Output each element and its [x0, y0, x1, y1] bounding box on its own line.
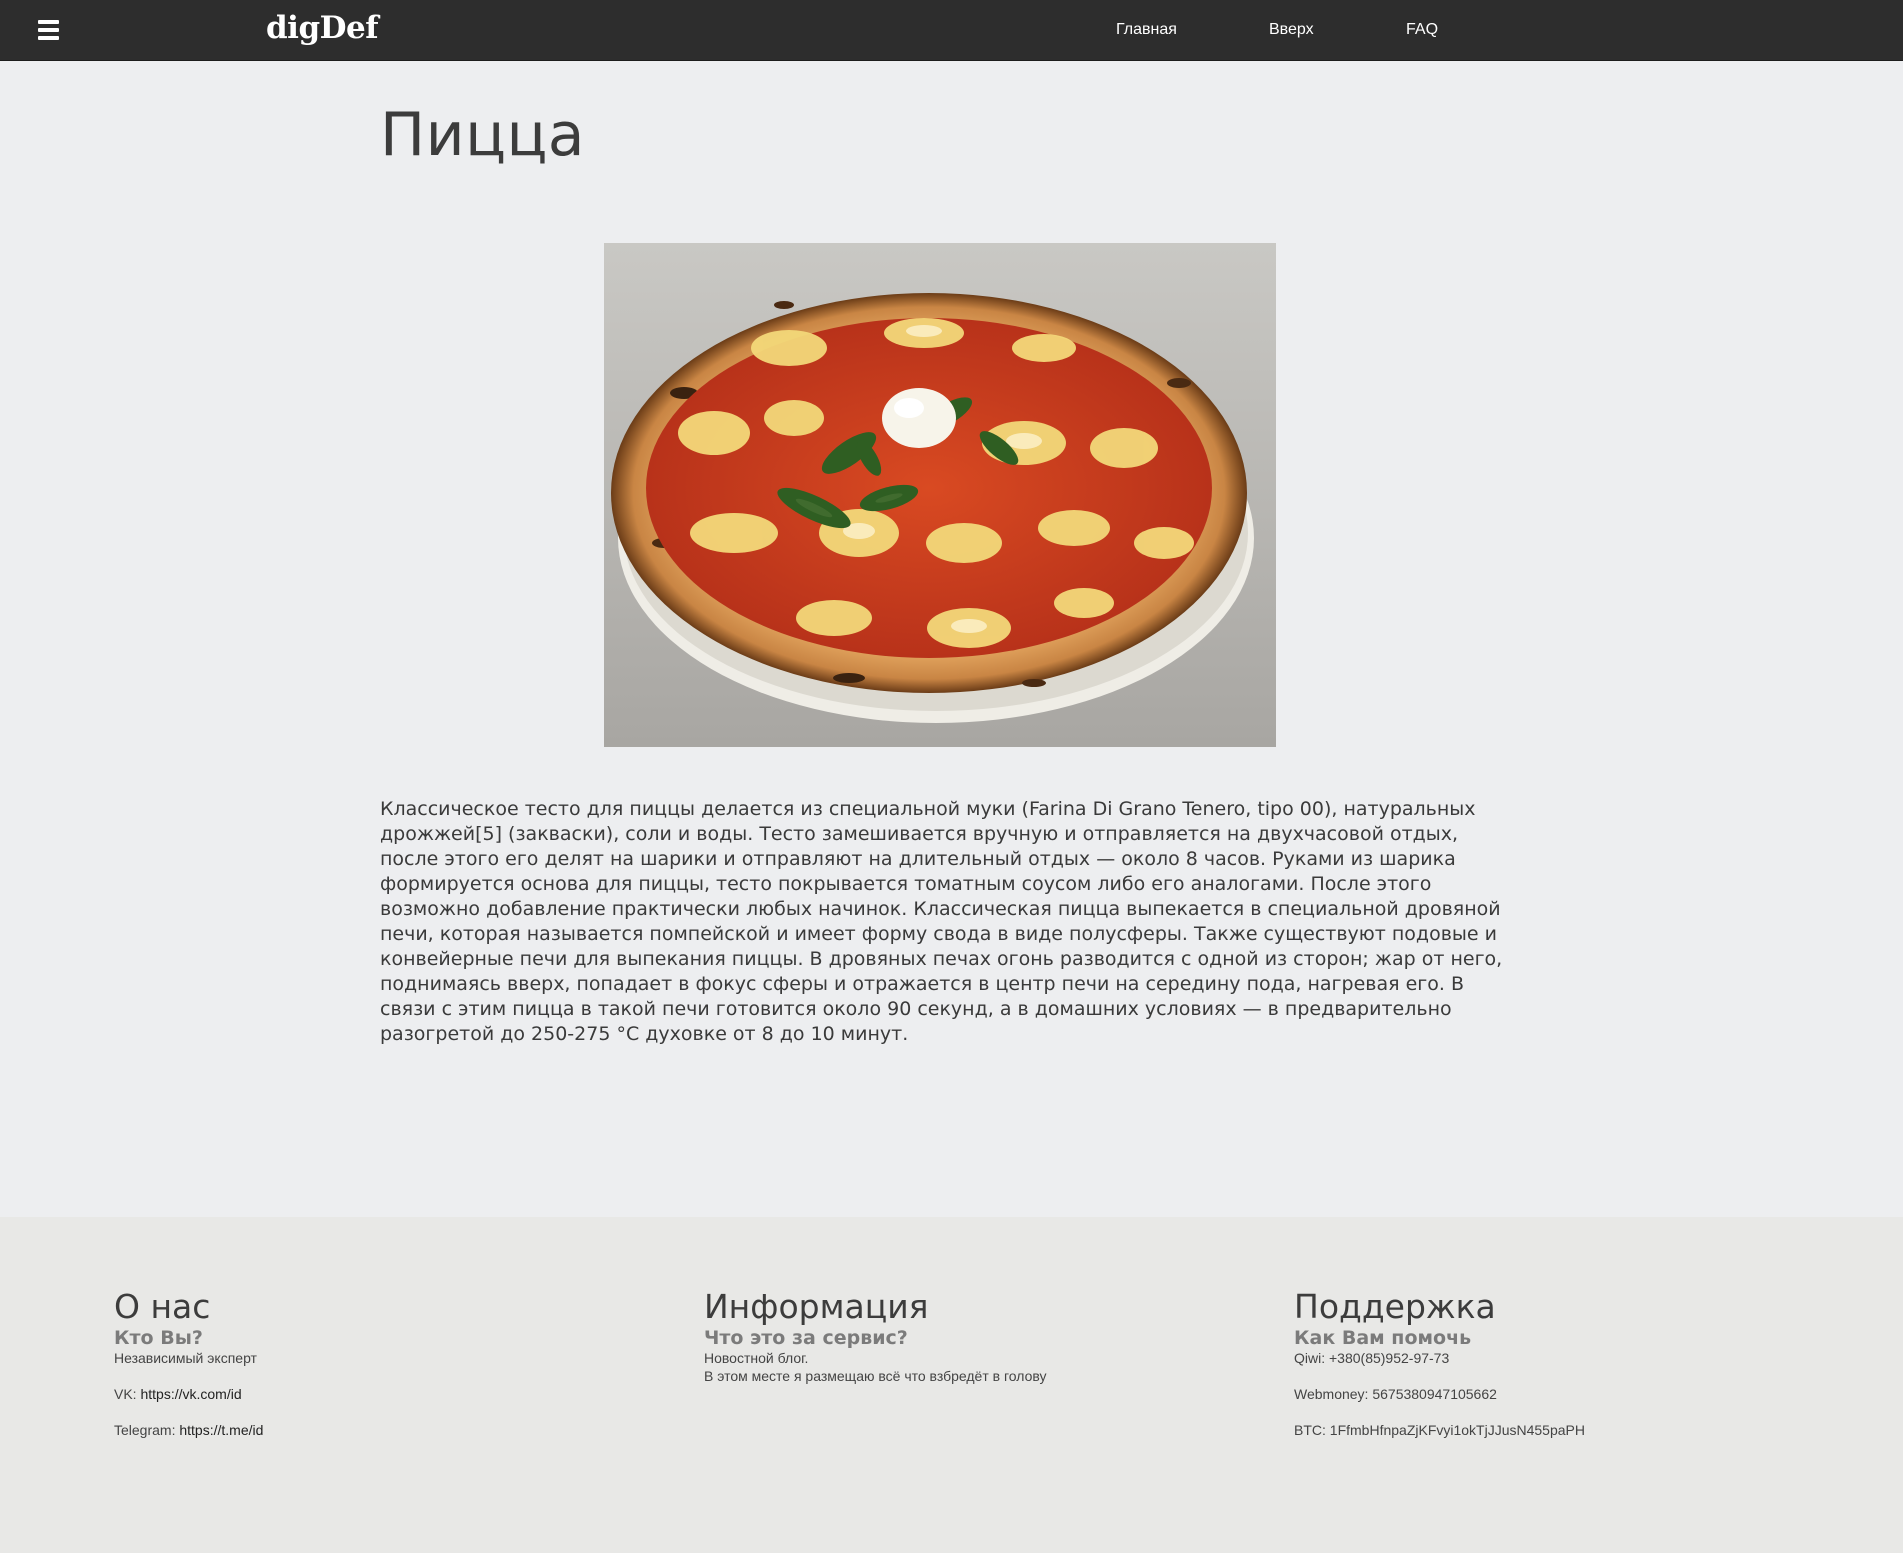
footer-vk-line: VK: https://vk.com/id — [114, 1385, 674, 1403]
footer-info-line-2: В этом месте я размещаю всё что взбредёт… — [704, 1368, 1047, 1384]
nav-link-faq[interactable]: FAQ — [1406, 21, 1438, 39]
nav-link-home[interactable]: Главная — [1116, 21, 1177, 39]
nav-link-up[interactable]: Вверх — [1269, 21, 1314, 39]
footer-info-line-1: Новостной блог. — [704, 1350, 809, 1366]
footer-info-subheading: Что это за сервис? — [704, 1327, 908, 1349]
hamburger-menu-icon[interactable] — [38, 20, 62, 41]
footer-about-subheading: Кто Вы? — [114, 1327, 203, 1349]
article-body: Классическое тесто для пиццы делается из… — [380, 798, 1503, 1045]
footer: О нас Кто Вы? Независимый эксперт VK: ht… — [0, 1217, 1903, 1553]
footer-support-heading: Поддержка — [1294, 1287, 1496, 1326]
footer-btc: BTC: 1FfmbHfnpaZjKFvyi1okTjJJusN455paPH — [1294, 1422, 1585, 1438]
footer-about-section: О нас Кто Вы? Независимый эксперт VK: ht… — [114, 1287, 674, 1439]
pizza-photo — [604, 243, 1276, 747]
footer-info-heading: Информация — [704, 1287, 929, 1326]
footer-about-heading: О нас — [114, 1287, 211, 1326]
vk-label: VK: — [114, 1386, 141, 1402]
telegram-link[interactable]: https://t.me/id — [179, 1422, 263, 1438]
site-logo[interactable]: digDef — [266, 10, 379, 46]
footer-info-section: Информация Что это за сервис? Новостной … — [704, 1287, 1264, 1385]
footer-support-section: Поддержка Как Вам помочь Qiwi: +380(85)9… — [1294, 1287, 1854, 1439]
footer-qiwi: Qiwi: +380(85)952-97-73 — [1294, 1350, 1450, 1366]
footer-about-description: Независимый эксперт — [114, 1350, 257, 1366]
footer-telegram-line: Telegram: https://t.me/id — [114, 1421, 674, 1439]
footer-support-subheading: Как Вам помочь — [1294, 1327, 1472, 1349]
top-navbar: digDef Главная Вверх FAQ — [0, 0, 1903, 61]
footer-webmoney: Webmoney: 5675380947105662 — [1294, 1386, 1497, 1402]
telegram-label: Telegram: — [114, 1422, 180, 1438]
page-title: Пицца — [380, 100, 586, 170]
vk-link[interactable]: https://vk.com/id — [140, 1386, 241, 1402]
